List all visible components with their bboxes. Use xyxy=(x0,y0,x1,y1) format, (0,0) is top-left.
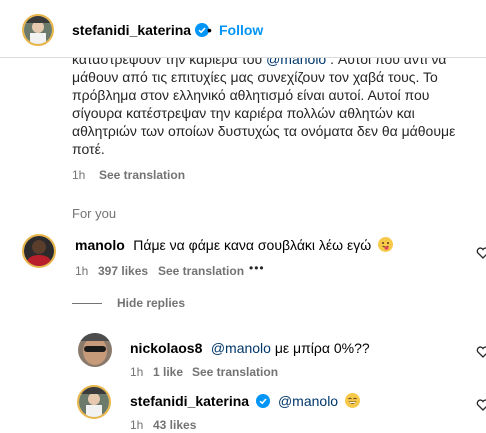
comment-likes[interactable]: 397 likes xyxy=(98,264,148,278)
verified-badge-icon xyxy=(255,394,270,408)
caption-region: καταστρέψουν την καριέρα του @manolo . Α… xyxy=(0,58,486,168)
more-options-icon[interactable]: ••• xyxy=(249,261,265,275)
caption-mention[interactable]: @manolo xyxy=(266,58,326,67)
comment-username[interactable]: manolo xyxy=(75,237,125,253)
header-separator: • xyxy=(207,22,212,38)
caption-time: 1h xyxy=(72,168,86,182)
reply-like-heart-icon[interactable] xyxy=(476,345,486,359)
reply-nickolaos8: nickolaos8 @manolo με μπίρα 0%?? xyxy=(130,340,370,358)
header-username[interactable]: stefanidi_katerina xyxy=(72,22,209,38)
comment-text: Πάμε να φάμε κανα σουβλάκι λέω εγώ xyxy=(133,237,372,253)
reply-stefanidi: stefanidi_katerina @manolo xyxy=(130,393,360,411)
for-you-label: For you xyxy=(72,206,117,221)
reply-mention[interactable]: @manolo xyxy=(211,340,271,356)
like-heart-icon[interactable] xyxy=(476,246,486,260)
grinning-emoji-icon xyxy=(344,393,360,408)
follow-button[interactable]: Follow xyxy=(219,22,263,38)
post-header: stefanidi_katerina • Follow xyxy=(0,0,486,58)
reply-avatar-stefanidi[interactable] xyxy=(77,385,111,419)
stuck-out-tongue-emoji-icon xyxy=(377,237,393,252)
reply-time: 1h xyxy=(130,365,144,379)
reply-like-heart-icon[interactable] xyxy=(476,398,486,412)
caption-see-translation[interactable]: See translation xyxy=(99,168,185,182)
comment-avatar-manolo[interactable] xyxy=(22,234,56,268)
reply-mention[interactable]: @manolo xyxy=(278,393,338,409)
comment-see-translation[interactable]: See translation xyxy=(158,264,244,278)
reply-time: 1h xyxy=(130,418,144,432)
header-avatar[interactable] xyxy=(22,14,54,46)
reply-likes[interactable]: 43 likes xyxy=(153,418,196,432)
hide-replies-button[interactable]: Hide replies xyxy=(117,296,185,310)
reply-text: με μπίρα 0%?? xyxy=(270,340,370,356)
caption-text: καταστρέψουν την καριέρα του @manolo . Α… xyxy=(72,58,474,158)
reply-username[interactable]: nickolaos8 xyxy=(130,340,202,356)
reply-see-translation[interactable]: See translation xyxy=(192,365,278,379)
reply-username[interactable]: stefanidi_katerina xyxy=(130,393,249,409)
comment-time: 1h xyxy=(75,264,89,278)
reply-likes[interactable]: 1 like xyxy=(153,365,183,379)
reply-avatar-nickolaos8[interactable] xyxy=(78,333,112,367)
hide-replies-line xyxy=(72,303,102,304)
comment-manolo: manolo Πάμε να φάμε κανα σουβλάκι λέω εγ… xyxy=(75,237,393,255)
